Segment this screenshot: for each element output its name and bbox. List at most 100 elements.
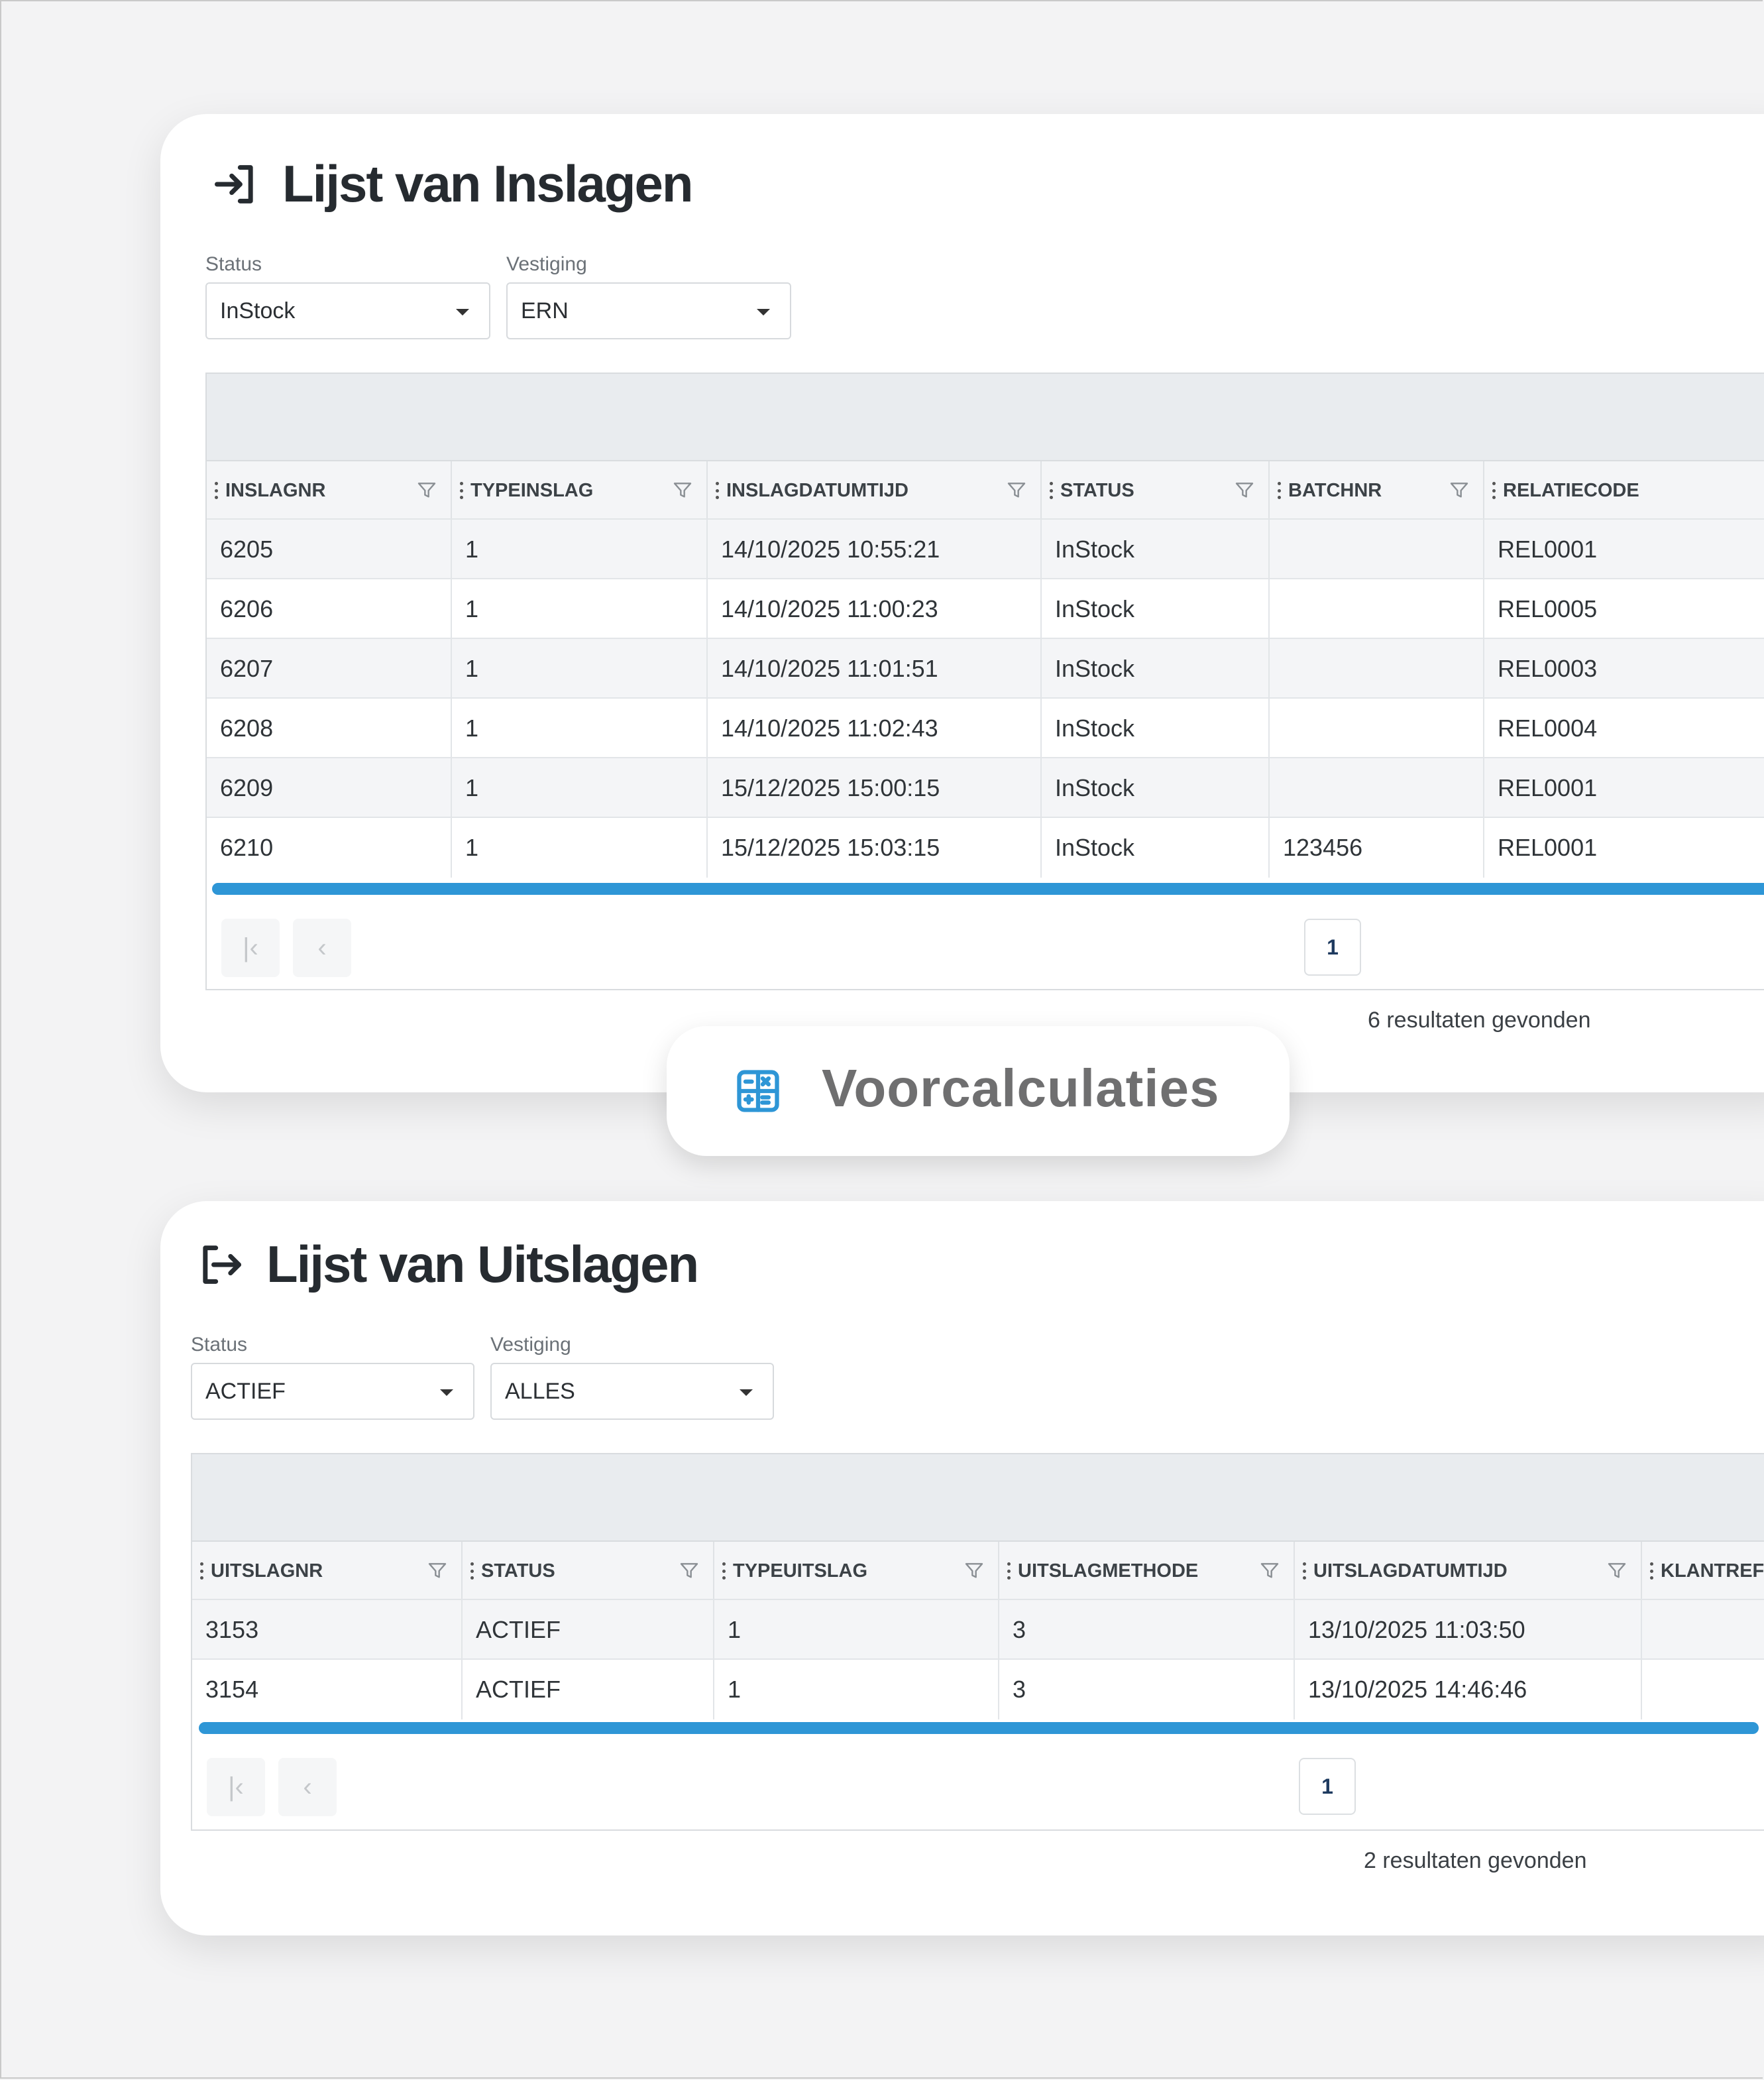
table-cell: 1 (714, 1600, 999, 1660)
drag-handle-icon[interactable] (716, 482, 720, 499)
results-count: 6 resultaten gevonden (1368, 1008, 1591, 1033)
voorcalculaties-badge[interactable]: Voorcalculaties (667, 1026, 1290, 1156)
column-header[interactable]: INSLAGNR (207, 461, 452, 520)
inslagen-card: Lijst van Inslagen Status InStock Vestig… (160, 114, 1764, 1092)
status-select[interactable]: ACTIEF (191, 1363, 474, 1420)
grid-header-row: INSLAGNR TYPEINSLAG INSLAGDATUMTIJD STATUS B… (207, 460, 1764, 520)
filter-icon[interactable] (964, 1560, 985, 1582)
vestiging-select[interactable]: ALLES (490, 1363, 774, 1420)
page-number-button[interactable]: 1 (1299, 1758, 1356, 1815)
horizontal-scrollbar[interactable] (199, 1722, 1759, 1734)
column-header-label: INSLAGDATUMTIJD (726, 479, 909, 501)
table-cell: 1 (452, 699, 708, 758)
page-title: Lijst van Inslagen (282, 154, 694, 213)
column-header-label: INSLAGNR (225, 479, 326, 501)
vestiging-label: Vestiging (490, 1334, 571, 1356)
horizontal-scrollbar[interactable] (212, 883, 1764, 895)
previous-page-button[interactable]: ‹ (278, 1758, 337, 1816)
vestiging-select[interactable]: ERN (506, 282, 791, 339)
first-page-button[interactable]: |‹ (207, 1758, 265, 1816)
drag-handle-icon[interactable] (200, 1562, 204, 1580)
page-number-button[interactable]: 1 (1304, 919, 1361, 976)
grid-toolbar (207, 374, 1764, 461)
drag-handle-icon[interactable] (1492, 482, 1496, 499)
table-cell: 13/10/2025 14:46:46 (1295, 1660, 1642, 1719)
column-header[interactable]: STATUS (463, 1542, 714, 1600)
table-cell: 14/10/2025 10:55:21 (708, 520, 1042, 579)
status-select[interactable]: InStock (205, 282, 490, 339)
filter-icon[interactable] (427, 1560, 448, 1582)
page-title: Lijst van Uitslagen (266, 1235, 699, 1293)
first-page-icon: |‹ (228, 1772, 244, 1802)
drag-handle-icon[interactable] (1050, 482, 1054, 499)
filter-icon[interactable] (1006, 480, 1027, 501)
first-page-button[interactable]: |‹ (221, 919, 280, 977)
table-row[interactable]: 6206 1 14/10/2025 11:00:23 InStock REL0005 (207, 578, 1764, 639)
column-header[interactable]: RELATIECODE (1484, 461, 1764, 520)
table-cell: InStock (1042, 579, 1270, 639)
table-cell: REL0003 (1484, 639, 1764, 699)
table-cell (1642, 1660, 1764, 1719)
column-header[interactable]: BATCHNR (1270, 461, 1484, 520)
inslagen-grid: INSLAGNR TYPEINSLAG INSLAGDATUMTIJD STATUS B… (205, 373, 1764, 990)
column-header[interactable]: UITSLAGNR (192, 1542, 463, 1600)
column-header-label: UITSLAGMETHODE (1018, 1560, 1199, 1582)
table-cell: REL0001 (1484, 520, 1764, 579)
column-header[interactable]: STATUS (1042, 461, 1270, 520)
table-row[interactable]: 6209 1 15/12/2025 15:00:15 InStock REL0001 (207, 757, 1764, 818)
filter-icon[interactable] (679, 1560, 700, 1582)
table-cell: REL0005 (1484, 579, 1764, 639)
drag-handle-icon[interactable] (1278, 482, 1282, 499)
status-select-value: InStock (220, 298, 296, 323)
filter-icon[interactable] (1449, 480, 1470, 501)
drag-handle-icon[interactable] (722, 1562, 726, 1580)
column-header-label: STATUS (481, 1560, 555, 1582)
table-cell: 1 (452, 818, 708, 878)
table-cell: 1 (452, 579, 708, 639)
table-row[interactable]: 6210 1 15/12/2025 15:03:15 InStock 123456 REL… (207, 817, 1764, 878)
status-label: Status (205, 253, 262, 275)
table-row[interactable]: 6208 1 14/10/2025 11:02:43 InStock REL0004 (207, 697, 1764, 758)
calculator-icon (737, 1070, 779, 1112)
table-cell: ACTIEF (463, 1600, 714, 1660)
table-cell (1270, 758, 1484, 818)
drag-handle-icon[interactable] (460, 482, 464, 499)
filter-icon[interactable] (672, 480, 693, 501)
filter-icon[interactable] (1234, 480, 1255, 501)
table-cell (1270, 699, 1484, 758)
table-row[interactable]: 6205 1 14/10/2025 10:55:21 InStock REL0001 (207, 518, 1764, 579)
column-header-label: UITSLAGNR (211, 1560, 323, 1582)
table-cell: 6205 (207, 520, 452, 579)
column-header[interactable]: TYPEINSLAG (452, 461, 708, 520)
status-label: Status (191, 1334, 248, 1356)
drag-handle-icon[interactable] (215, 482, 219, 499)
filter-icon[interactable] (1259, 1560, 1280, 1582)
column-header[interactable]: TYPEUITSLAG (714, 1542, 999, 1600)
caret-down-icon (757, 309, 770, 316)
vestiging-select-value: ERN (521, 298, 569, 323)
table-row[interactable]: 3153 ACTIEF 1 3 13/10/2025 11:03:50 (192, 1599, 1764, 1660)
previous-page-button[interactable]: ‹ (293, 919, 351, 977)
table-row[interactable]: 3154 ACTIEF 1 3 13/10/2025 14:46:46 (192, 1658, 1764, 1719)
drag-handle-icon[interactable] (1007, 1562, 1011, 1580)
filter-icon[interactable] (1606, 1560, 1627, 1582)
drag-handle-icon[interactable] (470, 1562, 474, 1580)
vestiging-label: Vestiging (506, 253, 587, 275)
drag-handle-icon[interactable] (1650, 1562, 1654, 1580)
grid-header-row: UITSLAGNR STATUS TYPEUITSLAG UITSLAGMETHODE… (192, 1540, 1764, 1600)
table-cell (1270, 579, 1484, 639)
inslagen-heading: Lijst van Inslagen (211, 154, 694, 214)
column-header[interactable]: UITSLAGMETHODE (999, 1542, 1295, 1600)
drag-handle-icon[interactable] (1303, 1562, 1307, 1580)
filter-icon[interactable] (416, 480, 437, 501)
column-header[interactable]: UITSLAGDATUMTIJD (1295, 1542, 1642, 1600)
table-cell: 3 (999, 1600, 1295, 1660)
table-cell: 6208 (207, 699, 452, 758)
uitslagen-heading: Lijst van Uitslagen (195, 1234, 699, 1295)
table-row[interactable]: 6207 1 14/10/2025 11:01:51 InStock REL0003 (207, 638, 1764, 699)
column-header[interactable]: KLANTREF (1642, 1542, 1764, 1600)
column-header-label: UITSLAGDATUMTIJD (1313, 1560, 1508, 1582)
column-header[interactable]: INSLAGDATUMTIJD (708, 461, 1042, 520)
table-cell: 6209 (207, 758, 452, 818)
table-cell: REL0004 (1484, 699, 1764, 758)
